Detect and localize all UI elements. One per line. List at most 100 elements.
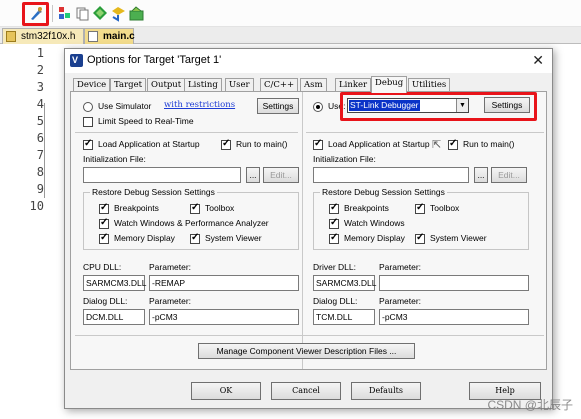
tab-device[interactable]: Device (73, 78, 111, 92)
breakpoints-label-right: Breakpoints (344, 203, 389, 213)
ok-button[interactable]: OK (191, 382, 261, 400)
watermark: CSDN @北辰子 (487, 398, 573, 412)
load-app-label-right: Load Application at Startup (328, 139, 430, 149)
cpu-param-input[interactable]: -REMAP (149, 275, 299, 291)
file-tab-main[interactable]: main.c (84, 28, 135, 44)
keil-logo-glyph: V (72, 55, 79, 65)
watch-windows-label-right: Watch Windows (344, 218, 405, 228)
debug-panel: Use Simulator with restrictions Settings… (70, 91, 547, 370)
close-icon[interactable]: ✕ (532, 52, 544, 69)
manage-runtime-icon[interactable] (56, 5, 73, 22)
select-packs-icon[interactable] (110, 5, 127, 22)
c-file-icon (88, 31, 98, 42)
load-app-checkbox[interactable] (83, 138, 93, 150)
pack-installer-icon[interactable] (92, 5, 109, 22)
memory-display-label: Memory Display (114, 233, 175, 243)
run-to-main-label: Run to main() (236, 139, 288, 149)
tab-user[interactable]: User (225, 78, 254, 92)
ide-window: stm32f10x.h main.c 1 2 3 4 5 6 7 8 9 10 … (0, 0, 581, 419)
cpu-param-label: Parameter: (149, 262, 192, 272)
file-tab-label: stm32f10x.h (21, 31, 76, 42)
restore-group-title-right: Restore Debug Session Settings (320, 187, 447, 197)
tab-target[interactable]: Target (110, 78, 147, 92)
tab-linker[interactable]: Linker (335, 78, 372, 92)
separator-line (306, 132, 544, 133)
dialog-titlebar: V Options for Target 'Target 1' ✕ (65, 49, 552, 73)
watch-windows-checkbox-right[interactable] (329, 217, 339, 229)
tab-output[interactable]: Output (147, 78, 186, 92)
dialog-dll-input[interactable]: DCM.DLL (83, 309, 145, 325)
file-tab-stm32f10x[interactable]: stm32f10x.h (2, 28, 84, 44)
cpu-dll-input[interactable]: SARMCM3.DLL (83, 275, 146, 291)
system-viewer-label-right: System Viewer (430, 233, 487, 243)
run-to-main-label-right: Run to main() (463, 139, 515, 149)
run-to-main-checkbox[interactable] (221, 138, 231, 150)
init-file-label: Initialization File: (83, 154, 146, 164)
toolbar-separator (52, 5, 53, 22)
run-to-main-checkbox-right[interactable] (448, 138, 458, 150)
line-number: 7 (36, 148, 44, 162)
separator-line (75, 132, 298, 133)
system-viewer-checkbox-right[interactable] (415, 232, 425, 244)
system-viewer-checkbox[interactable] (190, 232, 200, 244)
init-file-input[interactable] (83, 167, 241, 183)
debugger-highlight (340, 92, 537, 121)
dialog-param-label-right: Parameter: (379, 296, 422, 306)
dialog-param-label: Parameter: (149, 296, 192, 306)
use-simulator-radio[interactable] (83, 102, 93, 112)
driver-param-input[interactable] (379, 275, 529, 291)
init-file-label-right: Initialization File: (313, 154, 376, 164)
toolbox-label: Toolbox (205, 203, 235, 213)
line-number: 4 (36, 97, 44, 111)
line-number: 6 (36, 131, 44, 145)
simulator-settings-button[interactable]: Settings (257, 98, 299, 114)
tab-listing[interactable]: Listing (184, 78, 222, 92)
options-tabs: Device Target Output Listing User C/C++ … (65, 76, 552, 93)
file-tabs: stm32f10x.h main.c (0, 27, 581, 44)
memory-display-label-right: Memory Display (344, 233, 405, 243)
init-file-browse-button-right[interactable]: ... (474, 167, 488, 183)
toolbar (0, 0, 581, 27)
cancel-button[interactable]: Cancel (271, 382, 341, 400)
defaults-button[interactable]: Defaults (351, 382, 421, 400)
init-file-edit-button-right[interactable]: Edit... (491, 167, 527, 183)
tab-c-cpp[interactable]: C/C++ (260, 78, 299, 92)
memory-display-checkbox[interactable] (99, 232, 109, 244)
restore-settings-group: Restore Debug Session Settings Breakpoin… (83, 187, 299, 250)
line-number: 10 (29, 199, 44, 213)
dialog-param-input[interactable]: -pCM3 (149, 309, 299, 325)
toolbox-checkbox[interactable] (190, 202, 200, 214)
line-number: 1 (36, 46, 44, 60)
breakpoints-checkbox[interactable] (99, 202, 109, 214)
driver-dll-input[interactable]: SARMCM3.DLL (313, 275, 376, 291)
restore-group-title: Restore Debug Session Settings (90, 187, 217, 197)
watch-windows-checkbox[interactable] (99, 217, 109, 229)
dialog-param-input-right[interactable]: -pCM3 (379, 309, 529, 325)
dialog-dll-label: Dialog DLL: (83, 296, 128, 306)
tab-utilities[interactable]: Utilities (408, 78, 451, 92)
init-file-browse-button[interactable]: ... (246, 167, 260, 183)
breakpoints-checkbox-right[interactable] (329, 202, 339, 214)
header-file-icon (6, 31, 16, 42)
init-file-input-right[interactable] (313, 167, 469, 183)
editor-gutter: 1 2 3 4 5 6 7 8 9 10 (0, 44, 50, 419)
options-highlight (22, 2, 49, 26)
copy-icon[interactable] (74, 5, 91, 22)
tab-asm[interactable]: Asm (300, 78, 327, 92)
line-number: 2 (36, 63, 44, 77)
limit-speed-checkbox[interactable] (83, 117, 93, 127)
manage-component-viewer-button[interactable]: Manage Component Viewer Description File… (198, 343, 415, 359)
separator-line (75, 335, 544, 336)
load-app-checkbox-right[interactable] (313, 138, 323, 150)
restrictions-link[interactable]: with restrictions (164, 100, 235, 110)
restore-settings-group-right: Restore Debug Session Settings Breakpoin… (313, 187, 529, 250)
use-debugger-radio[interactable] (313, 102, 323, 112)
run-time-environment-icon[interactable] (128, 5, 145, 22)
toolbox-checkbox-right[interactable] (415, 202, 425, 214)
dialog-dll-input-right[interactable]: TCM.DLL (313, 309, 375, 325)
dialog-dll-label-right: Dialog DLL: (313, 296, 358, 306)
tab-debug[interactable]: Debug (371, 76, 408, 93)
init-file-edit-button[interactable]: Edit... (263, 167, 299, 183)
memory-display-checkbox-right[interactable] (329, 232, 339, 244)
panel-divider (302, 92, 303, 369)
